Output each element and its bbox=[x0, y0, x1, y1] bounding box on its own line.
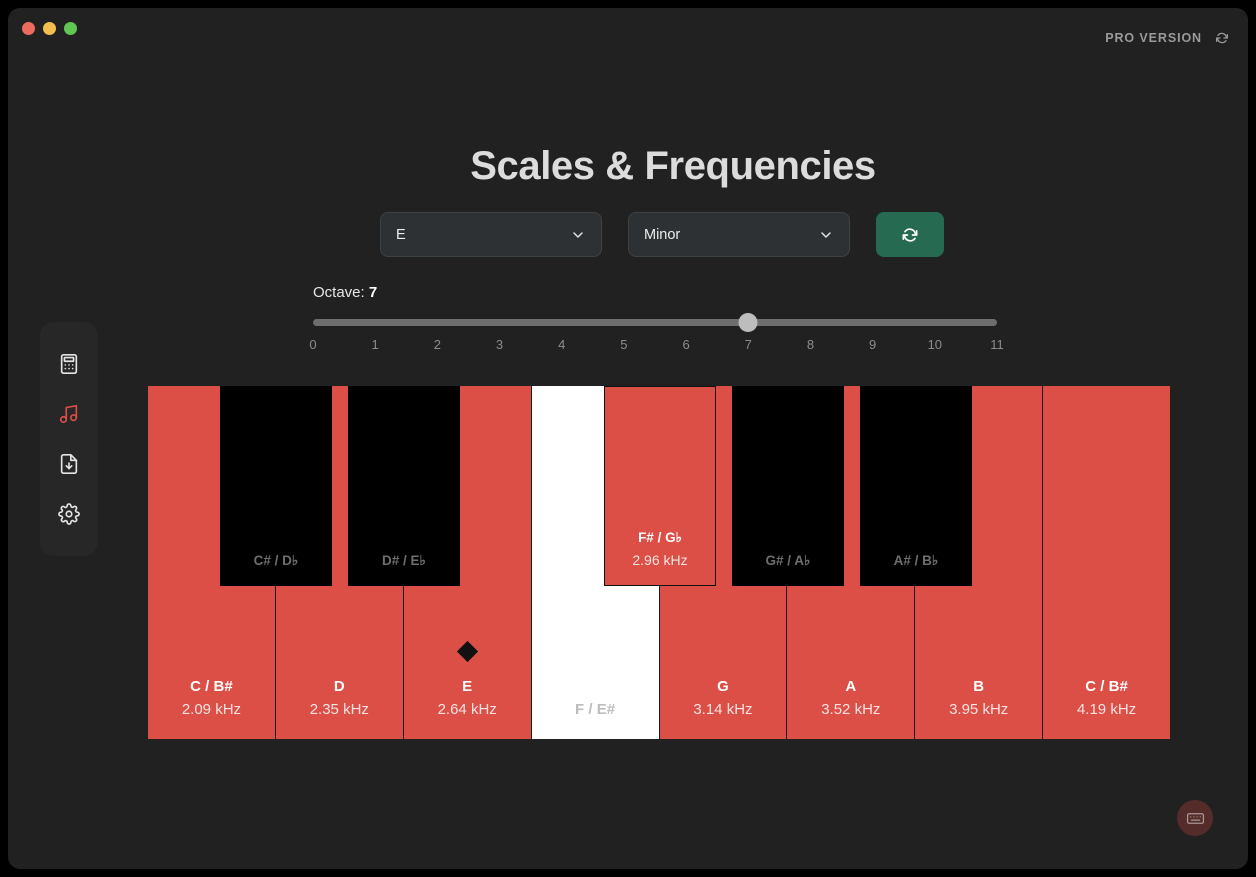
octave-tick-5: 5 bbox=[620, 337, 627, 352]
octave-tick-7: 7 bbox=[745, 337, 752, 352]
octave-tick-9: 9 bbox=[869, 337, 876, 352]
white-key[interactable]: C / B#4.19 kHz bbox=[1043, 386, 1170, 739]
minimize-window-button[interactable] bbox=[43, 22, 56, 35]
white-key-frequency: 2.35 kHz bbox=[310, 698, 369, 721]
page-title: Scales & Frequencies bbox=[98, 144, 1248, 189]
black-key-name: G# / A♭ bbox=[766, 550, 811, 572]
octave-tick-3: 3 bbox=[496, 337, 503, 352]
chevron-down-icon bbox=[818, 227, 834, 243]
calculator-icon bbox=[58, 353, 80, 375]
octave-slider[interactable] bbox=[313, 313, 997, 331]
sidebar-item-music[interactable] bbox=[40, 389, 98, 439]
black-key[interactable]: G# / A♭ bbox=[732, 386, 844, 586]
black-key-name: C# / D♭ bbox=[254, 550, 299, 572]
pro-version-label: PRO VERSION bbox=[1105, 31, 1202, 45]
octave-tick-11: 11 bbox=[990, 337, 1004, 352]
white-key-name: C / B# bbox=[1085, 675, 1128, 698]
scale-type-value: Minor bbox=[644, 227, 818, 243]
black-key[interactable]: A# / B♭ bbox=[860, 386, 972, 586]
root-note-marker bbox=[457, 641, 478, 662]
white-key-name: B bbox=[973, 675, 984, 698]
black-key-name: F# / G♭ bbox=[638, 527, 682, 549]
white-key-frequency: 2.09 kHz bbox=[182, 698, 241, 721]
white-key-name: A bbox=[845, 675, 856, 698]
keyboard-icon bbox=[1186, 809, 1205, 828]
sidebar-item-settings[interactable] bbox=[40, 489, 98, 539]
close-window-button[interactable] bbox=[22, 22, 35, 35]
keyboard-toggle-button[interactable] bbox=[1177, 800, 1213, 836]
title-bar: PRO VERSION bbox=[8, 8, 1248, 56]
octave-tick-6: 6 bbox=[682, 337, 689, 352]
refresh-scale-button[interactable] bbox=[876, 212, 944, 257]
controls-row: E Minor bbox=[380, 212, 944, 257]
white-key-name: F / E# bbox=[575, 698, 615, 721]
octave-tick-10: 10 bbox=[928, 337, 942, 352]
gear-icon bbox=[58, 503, 80, 525]
sidebar bbox=[40, 322, 98, 556]
white-key-name: G bbox=[717, 675, 729, 698]
black-key[interactable]: F# / G♭2.96 kHz bbox=[604, 386, 716, 586]
root-note-value: E bbox=[396, 227, 570, 243]
sidebar-item-download[interactable] bbox=[40, 439, 98, 489]
app-window: PRO VERSION bbox=[8, 8, 1248, 869]
refresh-icon[interactable] bbox=[1214, 30, 1230, 46]
white-key-frequency: 3.52 kHz bbox=[821, 698, 880, 721]
black-key[interactable]: D# / E♭ bbox=[348, 386, 460, 586]
sidebar-item-calculator[interactable] bbox=[40, 339, 98, 389]
white-key-frequency: 3.14 kHz bbox=[693, 698, 752, 721]
refresh-icon bbox=[900, 225, 920, 245]
white-key-name: C / B# bbox=[190, 675, 233, 698]
black-key-frequency: 2.96 kHz bbox=[632, 549, 687, 571]
octave-control: Octave: 7 01234567891011 bbox=[313, 284, 1003, 357]
main-content: Scales & Frequencies E Minor bbox=[98, 56, 1248, 869]
white-key-name: E bbox=[462, 675, 472, 698]
black-key[interactable]: C# / D♭ bbox=[220, 386, 332, 586]
chevron-down-icon bbox=[570, 227, 586, 243]
white-key-frequency: 3.95 kHz bbox=[949, 698, 1008, 721]
white-key-name: D bbox=[334, 675, 345, 698]
scale-type-select[interactable]: Minor bbox=[628, 212, 850, 257]
traffic-lights bbox=[22, 22, 77, 35]
octave-label: Octave: 7 bbox=[313, 284, 1003, 301]
octave-label-prefix: Octave: bbox=[313, 284, 365, 301]
music-note-icon bbox=[58, 403, 80, 425]
octave-tick-0: 0 bbox=[309, 337, 316, 352]
octave-tick-1: 1 bbox=[372, 337, 379, 352]
white-key-frequency: 2.64 kHz bbox=[438, 698, 497, 721]
pro-version-area[interactable]: PRO VERSION bbox=[1105, 30, 1230, 46]
octave-value: 7 bbox=[369, 284, 377, 301]
maximize-window-button[interactable] bbox=[64, 22, 77, 35]
octave-tick-8: 8 bbox=[807, 337, 814, 352]
white-key-frequency: 4.19 kHz bbox=[1077, 698, 1136, 721]
octave-slider-track[interactable] bbox=[313, 319, 997, 326]
root-note-select[interactable]: E bbox=[380, 212, 602, 257]
octave-tick-4: 4 bbox=[558, 337, 565, 352]
octave-tick-2: 2 bbox=[434, 337, 441, 352]
octave-tick-labels: 01234567891011 bbox=[313, 337, 997, 357]
piano-keyboard: C / B#2.09 kHzD2.35 kHzE2.64 kHzF / E#G3… bbox=[148, 386, 1170, 739]
file-download-icon bbox=[58, 453, 80, 475]
octave-slider-thumb[interactable] bbox=[739, 313, 758, 332]
black-key-name: A# / B♭ bbox=[894, 550, 939, 572]
black-key-name: D# / E♭ bbox=[382, 550, 426, 572]
